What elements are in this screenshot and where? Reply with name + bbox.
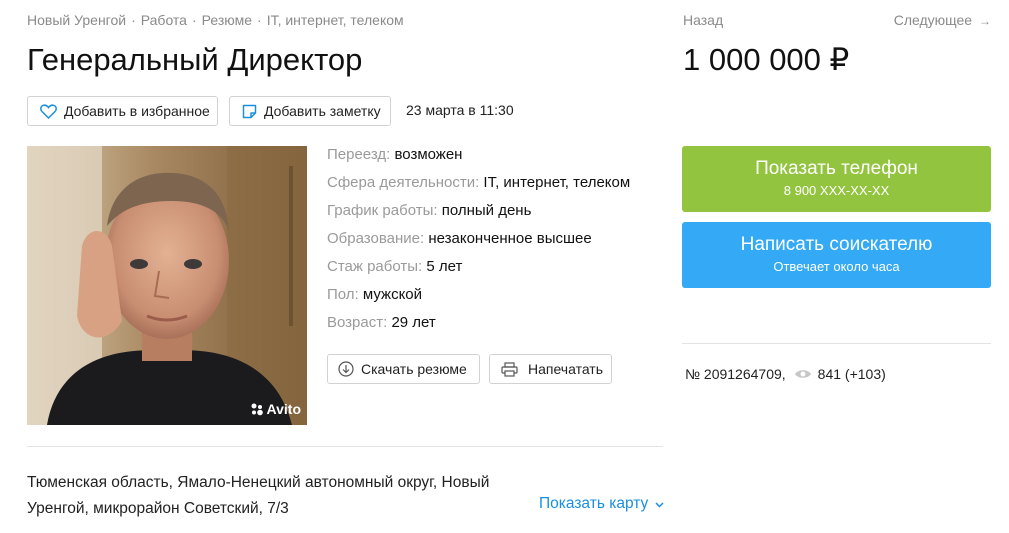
param-key: Возраст: [327, 314, 388, 331]
print-button[interactable]: Напечатать [489, 354, 612, 384]
next-link[interactable]: Следующее → [894, 12, 991, 28]
param-key: Переезд: [327, 146, 391, 163]
listing-number: № 2091264709, [685, 366, 786, 382]
param-education: Образование: незаконченное высшее [327, 230, 630, 258]
next-label: Следующее [893, 12, 973, 28]
param-value: незаконченное высшее [428, 230, 592, 247]
add-to-favorites-button[interactable]: Добавить в избранное [27, 96, 218, 126]
avito-logo-icon [251, 403, 263, 416]
param-value: 5 лет [426, 258, 463, 275]
note-icon [242, 104, 257, 118]
download-label: Скачать резюме [361, 361, 467, 377]
param-value: IT, интернет, телеком [483, 174, 631, 191]
breadcrumb-item[interactable]: Резюме [202, 12, 252, 28]
breadcrumb-separator: · [191, 12, 197, 28]
print-label: Напечатать [528, 361, 604, 377]
param-key: Пол: [327, 286, 359, 303]
person-photo-image [27, 146, 307, 425]
param-experience: Стаж работы: 5 лет [327, 258, 630, 286]
eye-icon [794, 370, 811, 378]
breadcrumb-item[interactable]: Новый Уренгой [27, 12, 126, 28]
views-count: 841 (+103) [817, 366, 886, 382]
show-phone-button[interactable]: Показать телефон 8 900 XXX-XX-XX [682, 146, 991, 212]
param-relocation: Переезд: возможен [327, 146, 630, 174]
param-value: полный день [441, 202, 532, 219]
show-map-label: Показать карту [539, 495, 649, 512]
show-phone-label: Показать телефон [755, 158, 918, 179]
resume-photo[interactable]: Avito [27, 146, 307, 425]
resume-params: Переезд: возможен Сфера деятельности: IT… [327, 146, 630, 342]
listing-meta: № 2091264709, 841 (+103) [685, 366, 886, 382]
printer-icon [501, 361, 518, 377]
param-gender: Пол: мужской [327, 286, 630, 314]
breadcrumb-item[interactable]: Работа [141, 12, 187, 28]
publish-date: 23 марта в 11:30 [406, 102, 514, 118]
divider [682, 343, 991, 344]
param-key: Стаж работы: [327, 258, 423, 275]
arrow-right-icon: → [979, 14, 991, 28]
param-schedule: График работы: полный день [327, 202, 630, 230]
add-note-button[interactable]: Добавить заметку [229, 96, 391, 126]
param-value: мужской [362, 286, 423, 303]
watermark-text: Avito [266, 401, 301, 417]
download-resume-button[interactable]: Скачать резюме [327, 354, 480, 384]
show-map-link[interactable]: Показать карту [539, 495, 664, 513]
page-title: Генеральный Директор [27, 42, 363, 77]
address: Тюменская область, Ямало-Ненецкий автоно… [27, 474, 490, 517]
param-key: Образование: [327, 230, 425, 247]
breadcrumb-separator: · [257, 12, 262, 28]
favorite-label: Добавить в избранное [64, 103, 210, 119]
note-label: Добавить заметку [264, 103, 381, 119]
back-link[interactable]: Назад [683, 12, 723, 28]
breadcrumb-separator: · [131, 12, 136, 28]
param-key: График работы: [327, 202, 438, 219]
param-key: Сфера деятельности: [327, 174, 480, 191]
param-value: возможен [394, 146, 463, 163]
avito-watermark: Avito [250, 401, 301, 417]
breadcrumb: Новый Уренгой · Работа · Резюме · IT, интернет… [27, 12, 404, 28]
chevron-down-icon [655, 502, 664, 508]
price: 1 000 000 ₽ [683, 42, 850, 77]
param-field: Сфера деятельности: IT, интернет, телеко… [327, 174, 630, 202]
param-age: Возраст: 29 лет [327, 314, 630, 342]
write-to-applicant-button[interactable]: Написать соискателю Отвечает около часа [682, 222, 991, 288]
param-value: 29 лет [391, 314, 436, 331]
download-icon [338, 361, 354, 377]
write-label: Написать соискателю [740, 234, 933, 255]
heart-icon [40, 103, 57, 119]
divider [27, 446, 663, 447]
breadcrumb-item[interactable]: IT, интернет, телеком [267, 12, 404, 28]
response-time: Отвечает около часа [773, 259, 900, 274]
masked-phone: 8 900 XXX-XX-XX [783, 183, 890, 198]
